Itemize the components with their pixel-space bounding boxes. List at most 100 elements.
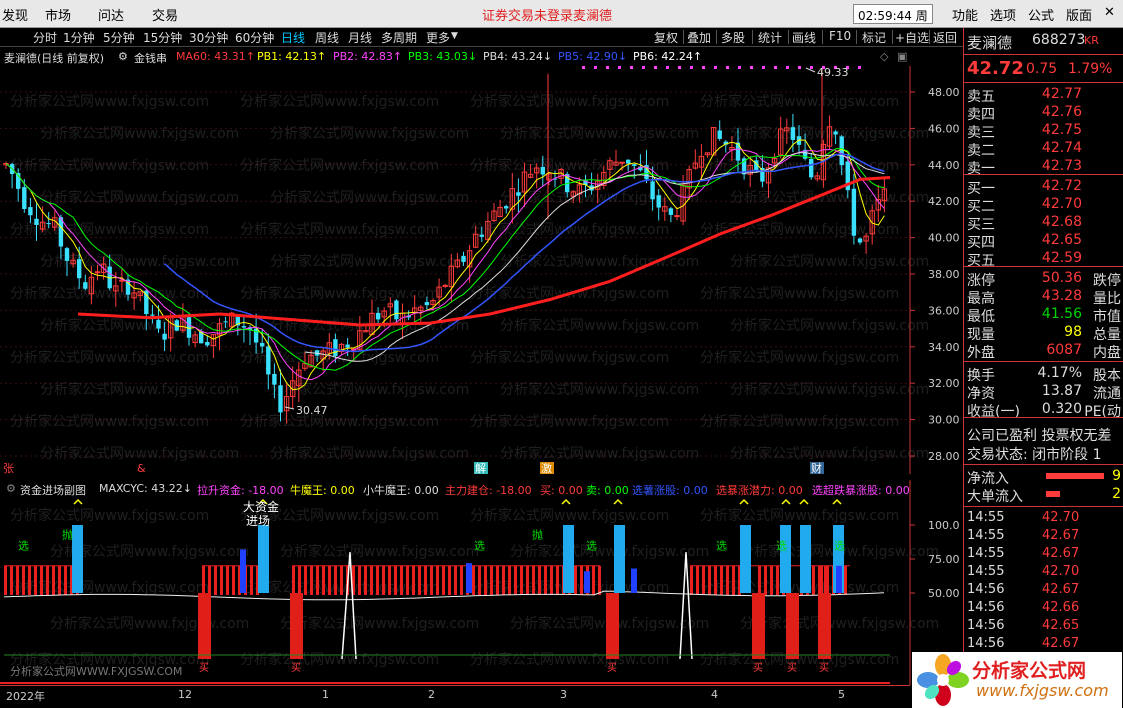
price-tick: 46.00 — [928, 122, 960, 135]
period-tab[interactable]: 30分钟 — [189, 29, 228, 46]
menu-ask[interactable]: 问达 — [98, 5, 124, 24]
menu-discover[interactable]: 发现 — [2, 5, 28, 24]
tool-button[interactable]: 返回 — [933, 29, 957, 46]
watermark: 分析家公式网www.fxjgsw.com — [40, 253, 239, 270]
menu-formula[interactable]: 公式 — [1028, 5, 1054, 24]
event-marker[interactable]: 财 — [811, 461, 822, 474]
period-tab[interactable]: 周线 — [315, 29, 339, 46]
tool-button[interactable]: +自选 — [895, 29, 929, 46]
fund-bar — [550, 565, 553, 595]
candle-body — [833, 131, 838, 135]
flow-value: 9 — [1112, 468, 1121, 484]
signal-marker — [799, 498, 809, 505]
price-tick: 32.00 — [928, 377, 960, 390]
period-tab[interactable]: 月线 — [348, 29, 372, 46]
sub-axis-tick: 50.00 — [928, 587, 960, 600]
event-marker[interactable]: 张 — [3, 462, 14, 474]
small-fund-bar — [466, 563, 472, 593]
fund-bar — [340, 565, 343, 595]
close-icon[interactable]: ✕ — [1104, 5, 1115, 20]
menu-trade[interactable]: 交易 — [152, 5, 178, 24]
period-tab[interactable]: 多周期 — [381, 29, 417, 46]
tool-button[interactable]: 多股 — [721, 29, 745, 46]
event-marker[interactable]: 解 — [475, 461, 486, 474]
settings-icon[interactable]: ⚙ — [118, 50, 128, 63]
panel-toggle-icon[interactable]: ▣ — [897, 50, 907, 63]
tool-button[interactable]: 标记 — [862, 29, 886, 46]
quote-extra: 总量 — [1093, 327, 1121, 343]
fund-bar — [226, 565, 229, 595]
quote-value: 42.73 — [1041, 158, 1082, 174]
period-tab[interactable]: 1分钟 — [63, 29, 95, 46]
login-alert[interactable]: 证券交易未登录 — [482, 5, 573, 24]
signal-dot — [810, 66, 813, 69]
candlestick-chart[interactable]: 分析家公式网www.fxjgsw.com 分析家公式网www.fxjgsw.com… — [0, 66, 963, 474]
flow-row: 大单流入 2 — [964, 486, 1123, 505]
period-tab-active[interactable]: 日线 — [281, 29, 305, 46]
watermark: 分析家公式网www.fxjgsw.com — [500, 125, 699, 142]
menu-options[interactable]: 选项 — [990, 5, 1016, 24]
tool-button[interactable]: 统计 — [758, 29, 782, 46]
fund-flow-subchart[interactable]: 分析家公式网www.fxjgsw.com 分析家公式网www.fxjgsw.com… — [0, 480, 963, 685]
diamond-icon[interactable]: ◇ — [880, 50, 888, 63]
fund-bar — [592, 565, 595, 595]
watermark: 分析家公式网www.fxjgsw.com — [40, 445, 239, 462]
tool-button[interactable]: 叠加 — [687, 29, 711, 46]
period-tab[interactable]: 60分钟 — [235, 29, 274, 46]
price-tick: 34.00 — [928, 341, 960, 354]
fund-bar — [696, 565, 699, 595]
period-tab[interactable]: 分时 — [33, 29, 57, 46]
fund-bar — [208, 565, 211, 595]
watermark: 分析家公式网www.fxjgsw.com — [700, 507, 899, 524]
fund-bar — [472, 565, 475, 595]
fund-bar — [720, 565, 723, 595]
period-tab[interactable]: 15分钟 — [143, 29, 182, 46]
tick-price: 42.70 — [1042, 564, 1080, 579]
indicator-name[interactable]: 金钱串 — [134, 50, 167, 66]
tool-button[interactable]: 复权 — [654, 29, 678, 46]
candle-body — [668, 208, 674, 215]
candle-body — [851, 188, 857, 236]
watermark: 分析家公式网www.fxjgsw.com — [730, 317, 929, 334]
price-tick: 36.00 — [928, 304, 960, 317]
quote-row: 外盘 6087 内盘 — [964, 342, 1123, 361]
quote-extra: 股本 — [1093, 368, 1121, 384]
chevron-down-icon[interactable]: ▼ — [451, 31, 458, 41]
signal-marker — [613, 498, 623, 505]
tick-row: 14:55 42.70 — [964, 510, 1123, 528]
watermark: 分析家公式网www.fxjgsw.com — [10, 221, 209, 238]
date-tick: 3 — [560, 688, 567, 701]
signal-dot — [678, 66, 681, 69]
tool-button[interactable]: 画线 — [792, 29, 816, 46]
event-marker[interactable]: 激 — [541, 461, 552, 474]
candle-body — [223, 321, 228, 323]
fund-bar — [430, 565, 433, 595]
watermark: 分析家公式网www.fxjgsw.com — [240, 579, 439, 596]
tool-button[interactable]: F10 — [829, 29, 851, 43]
legend-item: PB6: 42.24↑ — [633, 50, 703, 63]
fund-bar — [598, 565, 601, 595]
fund-bar — [484, 565, 487, 595]
period-tab-more[interactable]: 更多 — [426, 29, 450, 46]
watermark: 分析家公式网www.fxjgsw.com — [10, 349, 209, 366]
date-tick: 5 — [838, 688, 845, 701]
fund-bar — [406, 565, 409, 595]
buy-bar — [818, 593, 831, 659]
period-tab[interactable]: 5分钟 — [103, 29, 135, 46]
flower-logo-icon — [917, 654, 969, 706]
menu-function[interactable]: 功能 — [952, 5, 978, 24]
candle-body — [479, 234, 484, 237]
buy-bar — [290, 593, 303, 659]
tick-row: 14:55 42.67 — [964, 546, 1123, 564]
legend-item: MA60: 43.31↑ — [176, 50, 255, 63]
flow-label: 大单流入 — [967, 489, 1023, 505]
watermark: 分析家公式网www.fxjgsw.com — [470, 507, 669, 524]
menu-market[interactable]: 市场 — [45, 5, 71, 24]
candle-body — [162, 333, 167, 340]
fund-bar — [508, 565, 511, 595]
event-marker[interactable]: & — [137, 462, 146, 474]
buy-label: 买 — [819, 662, 829, 674]
tick-row: 14:56 42.67 — [964, 582, 1123, 600]
candle-body — [83, 282, 88, 289]
menu-layout[interactable]: 版面 — [1066, 5, 1092, 24]
